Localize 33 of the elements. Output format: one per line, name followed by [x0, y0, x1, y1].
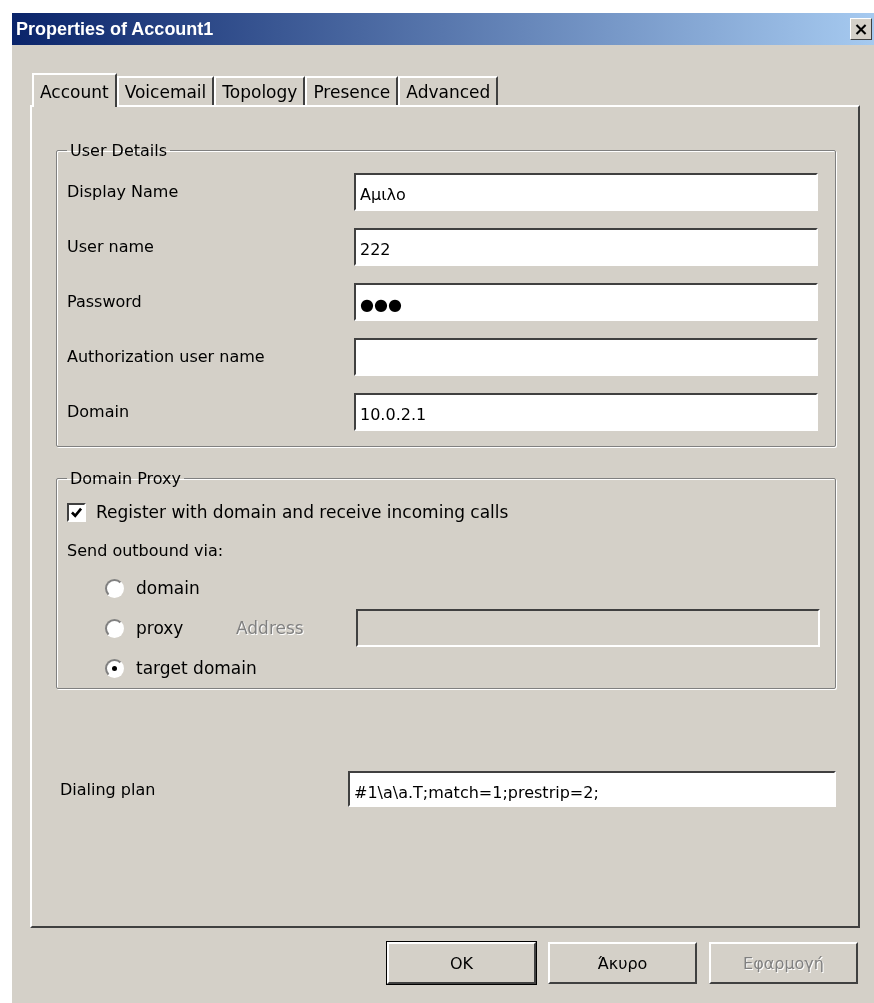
window-title: Properties of Account1	[16, 18, 214, 40]
field-label: Authorization user name	[67, 347, 266, 366]
text-field[interactable]: ●●●	[354, 282, 818, 321]
check-icon	[70, 505, 83, 519]
address-label: Address	[236, 618, 305, 638]
field-label: Dialing plan	[60, 779, 157, 799]
group-title: User Details	[69, 141, 169, 160]
text-field[interactable]: 10.0.2.1	[354, 392, 818, 431]
field-label: Password	[67, 292, 143, 311]
checkbox[interactable]	[67, 502, 86, 522]
radio-label[interactable]: target domain	[136, 658, 257, 678]
tab[interactable]: Presence	[305, 76, 399, 105]
tab[interactable]: Topology	[214, 76, 306, 105]
checkbox-label[interactable]: Register with domain and receive incoming calls	[96, 502, 509, 522]
dialog-button[interactable]: OK	[387, 942, 536, 984]
text-field[interactable]: #1\a\a.T;match=1;prestrip=2;	[348, 771, 836, 807]
tab[interactable]: Account	[32, 73, 117, 107]
field-label: Domain	[67, 402, 131, 421]
tab[interactable]: Advanced	[398, 76, 499, 105]
dialog-button[interactable]: Άκυρο	[548, 942, 697, 984]
field-label: User name	[67, 237, 155, 256]
section-label: Send outbound via:	[67, 539, 225, 562]
text-field[interactable]: Αμιλο	[354, 172, 818, 211]
address-field[interactable]	[356, 609, 820, 647]
close-button[interactable]: ×	[850, 18, 872, 40]
radio-label[interactable]: domain	[136, 578, 236, 598]
text-field[interactable]: 222	[354, 227, 818, 266]
field-label: Display Name	[67, 182, 180, 201]
group-title: Domain Proxy	[69, 469, 182, 488]
radio-button[interactable]	[105, 658, 124, 678]
text-field[interactable]	[354, 337, 818, 376]
tab[interactable]: Voicemail	[116, 76, 215, 105]
radio-button[interactable]	[105, 578, 124, 598]
